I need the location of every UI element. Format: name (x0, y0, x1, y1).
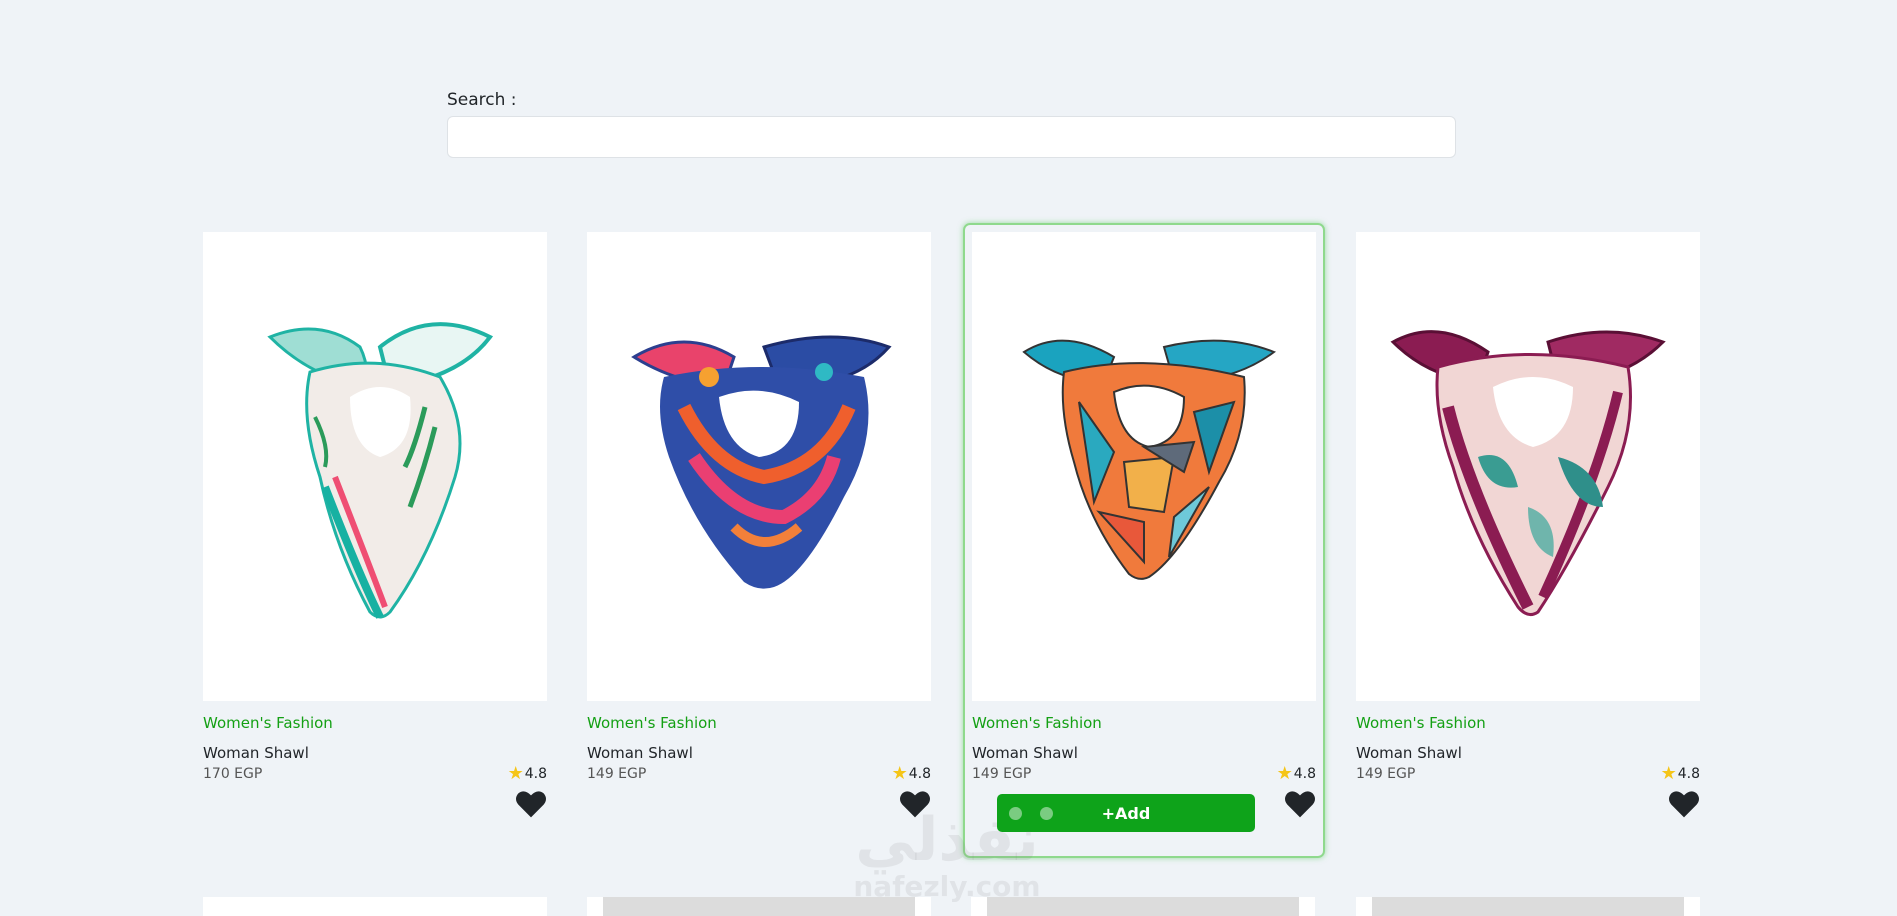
product-card-partial[interactable] (587, 897, 931, 916)
product-card[interactable]: Women's Fashion Woman Shawl 149 EGP ★ 4.… (1356, 232, 1700, 832)
product-image[interactable] (972, 232, 1316, 701)
product-meta: 149 EGP ★ 4.8 (972, 763, 1316, 818)
rating-value: 4.8 (1293, 766, 1316, 782)
product-title[interactable]: Woman Shawl (203, 743, 547, 763)
shawl-image-geometric-orange (1022, 339, 1277, 580)
product-meta: 149 EGP ★ 4.8 (1356, 763, 1700, 818)
product-price: 149 EGP (972, 766, 1032, 782)
product-price: 149 EGP (1356, 766, 1416, 782)
heart-icon[interactable] (899, 789, 931, 819)
heart-icon[interactable] (515, 789, 547, 819)
product-image[interactable] (1356, 232, 1700, 701)
product-meta: 149 EGP ★ 4.8 (587, 763, 931, 818)
add-to-cart-button[interactable]: +Add (997, 794, 1255, 832)
product-category[interactable]: Women's Fashion (587, 713, 931, 733)
shawl-image-white-floral (267, 321, 494, 619)
star-icon: ★ (507, 763, 524, 784)
star-icon: ★ (1276, 763, 1293, 784)
image-placeholder (987, 897, 1299, 916)
product-card-hovered[interactable]: Women's Fashion Woman Shawl 149 EGP ★ 4.… (963, 223, 1325, 858)
search-section: Search : (447, 88, 1456, 158)
product-card-partial[interactable] (203, 897, 547, 916)
rating-value: 4.8 (524, 766, 547, 782)
product-rating: ★ 4.8 (1277, 765, 1316, 783)
shawl-image-pink-purple (1390, 329, 1666, 616)
image-placeholder (1372, 897, 1684, 916)
product-category[interactable]: Women's Fashion (1356, 713, 1700, 733)
product-price: 170 EGP (203, 766, 263, 782)
product-price: 149 EGP (587, 766, 647, 782)
star-icon: ★ (891, 763, 908, 784)
heart-icon[interactable] (1284, 789, 1316, 819)
product-rating: ★ 4.8 (1661, 765, 1700, 783)
star-icon: ★ (1660, 763, 1677, 784)
product-title[interactable]: Woman Shawl (587, 743, 931, 763)
product-image[interactable] (587, 232, 931, 701)
product-image[interactable] (203, 232, 547, 701)
product-card[interactable]: Women's Fashion Woman Shawl 149 EGP ★ 4.… (587, 232, 931, 832)
dot-indicator (1009, 807, 1022, 820)
product-title[interactable]: Woman Shawl (1356, 743, 1700, 763)
search-input[interactable] (447, 116, 1456, 158)
product-category[interactable]: Women's Fashion (203, 713, 547, 733)
product-category[interactable]: Women's Fashion (972, 713, 1316, 733)
add-button-label: +Add (1101, 803, 1151, 823)
product-card[interactable]: Women's Fashion Woman Shawl 170 EGP ★ 4.… (203, 232, 547, 832)
product-rating: ★ 4.8 (508, 765, 547, 783)
rating-value: 4.8 (908, 766, 931, 782)
search-label: Search : (447, 90, 517, 110)
product-meta: 170 EGP ★ 4.8 (203, 763, 547, 818)
product-title[interactable]: Woman Shawl (972, 743, 1316, 763)
shawl-image-blue-red (631, 335, 892, 589)
product-rating: ★ 4.8 (892, 765, 931, 783)
dot-indicator (1040, 807, 1053, 820)
heart-icon[interactable] (1668, 789, 1700, 819)
image-placeholder (603, 897, 915, 916)
rating-value: 4.8 (1677, 766, 1700, 782)
product-card-partial[interactable] (971, 897, 1315, 916)
product-card-partial[interactable] (1356, 897, 1700, 916)
